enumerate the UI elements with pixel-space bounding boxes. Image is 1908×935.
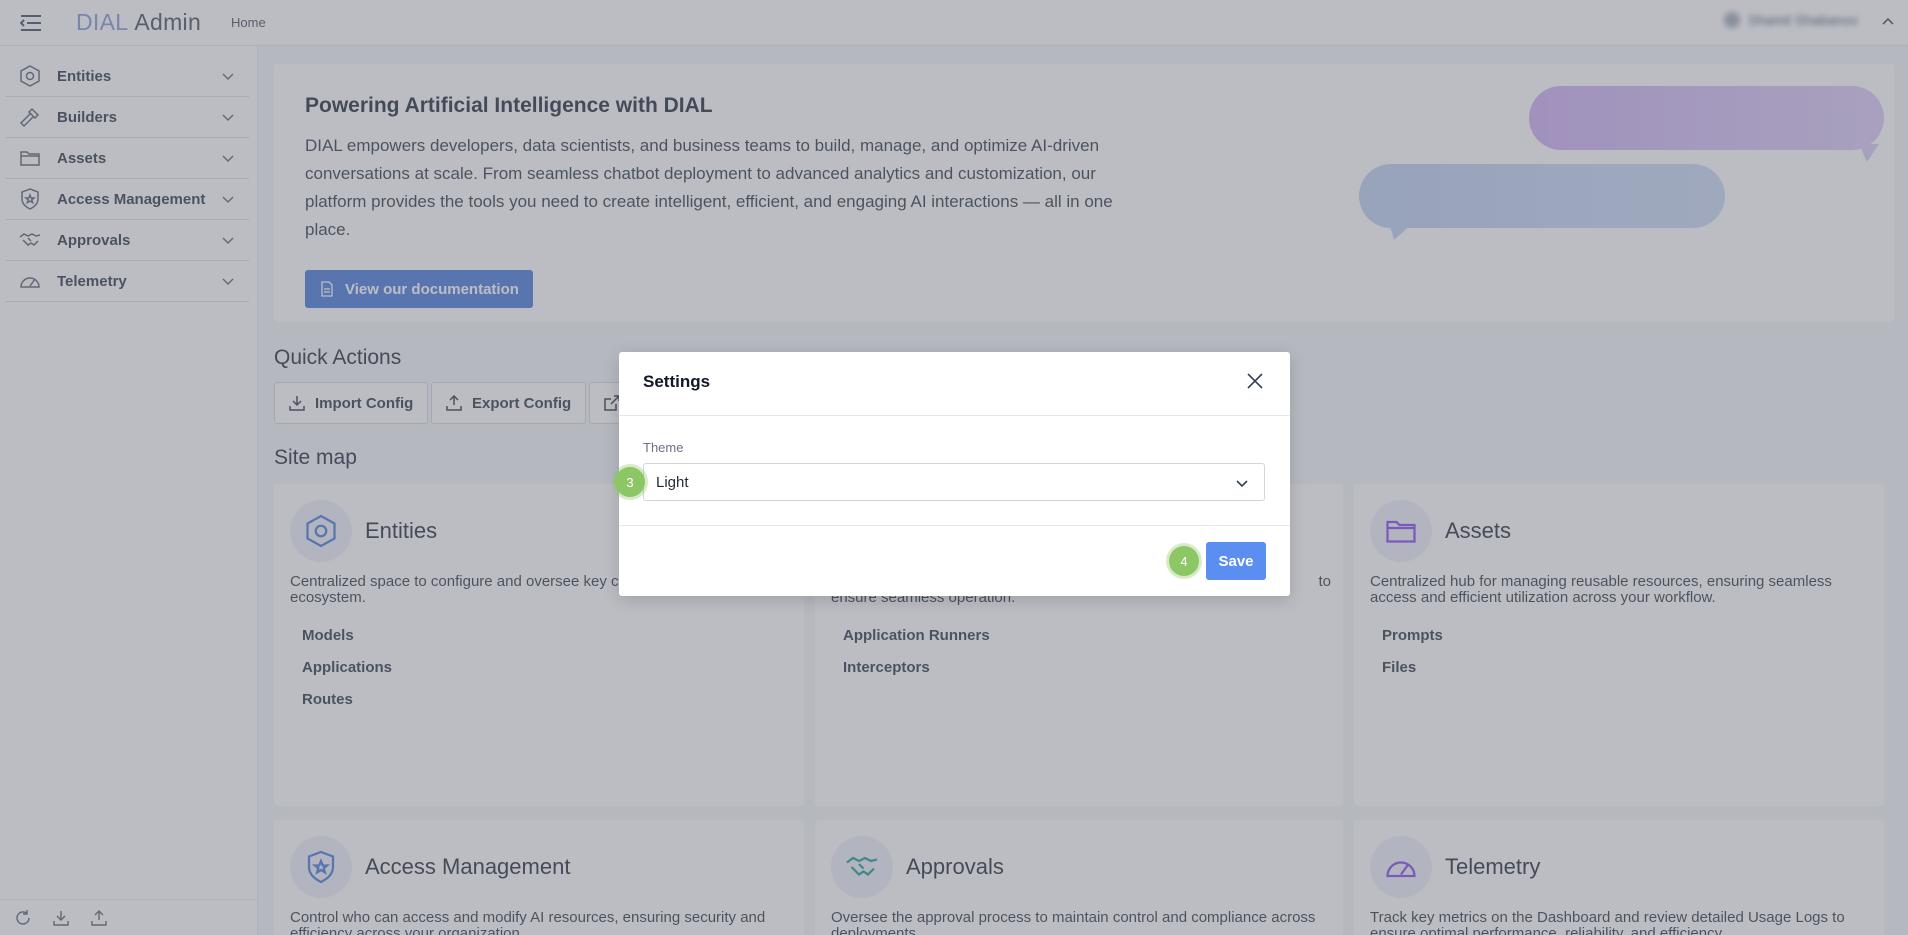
theme-field-label: Theme	[643, 440, 684, 455]
dialog-title: Settings	[643, 372, 711, 391]
step-badge-theme: 3	[615, 467, 645, 497]
chevron-down-icon	[1236, 480, 1248, 488]
close-icon[interactable]	[1244, 370, 1266, 392]
theme-select[interactable]: Light	[643, 463, 1265, 501]
dialog-header: Settings	[619, 352, 1290, 416]
save-button[interactable]: Save	[1206, 542, 1266, 580]
theme-select-value: Light	[656, 473, 689, 491]
step-badge-save: 4	[1169, 546, 1199, 576]
